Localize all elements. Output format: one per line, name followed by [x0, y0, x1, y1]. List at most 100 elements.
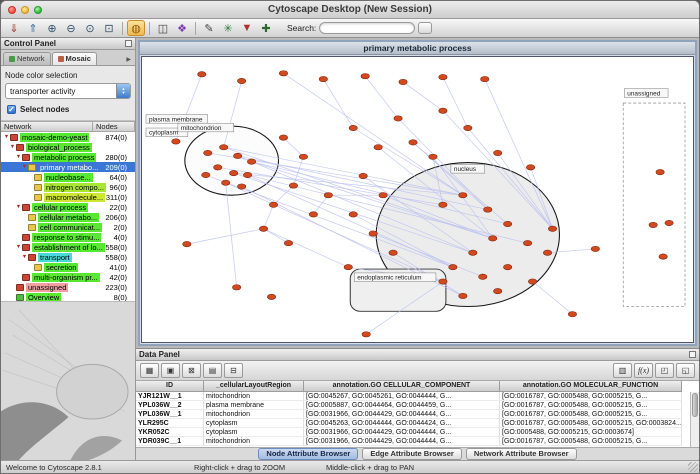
network-node[interactable] — [204, 150, 212, 155]
network-node[interactable] — [237, 184, 245, 189]
select-attributes-icon[interactable]: ▦ — [140, 363, 159, 378]
tree-header-nodes[interactable]: Nodes — [93, 121, 135, 132]
search-input[interactable] — [319, 22, 415, 34]
expander-icon[interactable]: ▼ — [3, 134, 10, 140]
attribute-matrix-icon[interactable]: ▥ — [613, 363, 632, 378]
network-node[interactable] — [591, 246, 599, 251]
network-node[interactable] — [543, 250, 551, 255]
network-node[interactable] — [479, 274, 487, 279]
network-node[interactable] — [409, 140, 417, 145]
network-manager-icon[interactable]: ◫ — [154, 20, 172, 36]
network-node[interactable] — [489, 236, 497, 241]
network-node[interactable] — [289, 183, 297, 188]
network-node[interactable] — [233, 153, 241, 158]
tree-row[interactable]: multi-organism pr...42(0) — [1, 272, 135, 282]
tree-row[interactable]: nucleobase...64(0) — [1, 172, 135, 182]
tree-row[interactable]: response to stimu...4(0) — [1, 232, 135, 242]
network-node[interactable] — [279, 71, 287, 76]
tree-row[interactable]: secretion41(0) — [1, 262, 135, 272]
network-node[interactable] — [568, 311, 576, 316]
export-attributes-icon[interactable]: ◱ — [676, 363, 695, 378]
export-network-icon[interactable]: ⇑ — [24, 20, 42, 36]
tree-row[interactable]: cellular metabo...206(0) — [1, 212, 135, 222]
network-view-window[interactable]: primary metabolic process — [138, 40, 697, 346]
network-node[interactable] — [361, 74, 369, 79]
zoom-fit-icon[interactable]: ⊡ — [100, 20, 118, 36]
network-node[interactable] — [172, 139, 180, 144]
network-node[interactable] — [202, 172, 210, 177]
tree-row[interactable]: ▼biological_process — [1, 142, 135, 152]
network-node[interactable] — [349, 125, 357, 130]
network-node[interactable] — [656, 169, 664, 174]
network-node[interactable] — [399, 79, 407, 84]
tab-edge-attribute-browser[interactable]: Edge Attribute Browser — [362, 448, 461, 460]
network-node[interactable] — [439, 202, 447, 207]
panel-float-icon[interactable] — [689, 351, 696, 358]
expander-icon[interactable]: ▼ — [15, 204, 22, 210]
network-node[interactable] — [464, 125, 472, 130]
create-attribute-icon[interactable]: ▣ — [161, 363, 180, 378]
column-header[interactable]: ID — [136, 381, 204, 392]
tree-row[interactable]: ▼cellular process22(0) — [1, 202, 135, 212]
network-node[interactable] — [494, 288, 502, 293]
tab-scroll-right-icon[interactable]: ▶ — [126, 56, 133, 65]
table-row[interactable]: YJR121W__1mitochondrion[GO:0045267, GO:0… — [136, 392, 699, 401]
tab-node-attribute-browser[interactable]: Node Attribute Browser — [258, 448, 358, 460]
network-view-title[interactable]: primary metabolic process — [140, 42, 695, 55]
graphics-details-icon[interactable]: ◍ — [127, 20, 145, 36]
table-row[interactable]: YPL036W__1mitochondrion[GO:0031966, GO:0… — [136, 410, 699, 419]
network-node[interactable] — [503, 221, 511, 226]
network-node[interactable] — [526, 165, 534, 170]
network-node[interactable] — [439, 279, 447, 284]
column-header[interactable]: _cellularLayoutRegion — [204, 381, 304, 392]
network-node[interactable] — [220, 145, 228, 150]
tab-mosaic[interactable]: Mosaic — [52, 52, 97, 65]
network-node[interactable] — [267, 294, 275, 299]
tree-row[interactable]: macromolecule...311(0) — [1, 192, 135, 202]
table-row[interactable]: YDR039C__1mitochondrion[GO:0031966, GO:0… — [136, 437, 699, 446]
zoom-selected-icon[interactable]: ⊙ — [81, 20, 99, 36]
network-node[interactable] — [229, 170, 237, 175]
network-node[interactable] — [362, 332, 370, 337]
network-node[interactable] — [349, 212, 357, 217]
function-builder-icon[interactable]: f(x) — [634, 363, 653, 378]
network-node[interactable] — [299, 154, 307, 159]
plugins-icon[interactable]: ✚ — [257, 20, 275, 36]
expander-icon[interactable]: ▼ — [21, 254, 28, 260]
tree-header-network[interactable]: Network — [1, 121, 93, 132]
table-row[interactable]: YLR295Ccytoplasm[GO:0045263, GO:0044444,… — [136, 419, 699, 428]
filter-icon[interactable]: ▼ — [238, 20, 256, 36]
panel-float-icon[interactable] — [125, 40, 132, 47]
vizmapper-icon[interactable]: ❖ — [173, 20, 191, 36]
expander-icon[interactable]: ▼ — [9, 144, 16, 150]
network-node[interactable] — [243, 172, 251, 177]
resize-grip[interactable] — [688, 462, 698, 472]
layout-icon[interactable]: ✳ — [219, 20, 237, 36]
table-row[interactable]: YPL036W__2plasma membrane[GO:0005887, GO… — [136, 401, 699, 410]
minimize-button[interactable] — [21, 6, 29, 14]
tree-row[interactable]: ▼mosaic-demo-yeast874(0) — [1, 132, 135, 142]
network-node[interactable] — [389, 250, 397, 255]
network-node[interactable] — [222, 180, 230, 185]
import-network-icon[interactable]: ⇓ — [5, 20, 23, 36]
network-node[interactable] — [665, 220, 673, 225]
network-node[interactable] — [324, 192, 332, 197]
network-node[interactable] — [232, 285, 240, 290]
network-node[interactable] — [279, 135, 287, 140]
network-node[interactable] — [439, 74, 447, 79]
network-node[interactable] — [503, 264, 511, 269]
network-node[interactable] — [528, 279, 536, 284]
import-attributes-icon[interactable]: ◰ — [655, 363, 674, 378]
network-node[interactable] — [449, 264, 457, 269]
expander-icon[interactable]: ▼ — [15, 154, 22, 160]
table-scrollbar[interactable] — [690, 392, 699, 447]
network-node[interactable] — [459, 293, 467, 298]
network-node[interactable] — [237, 78, 245, 83]
network-node[interactable] — [309, 212, 317, 217]
network-node[interactable] — [429, 154, 437, 159]
zoom-window-button[interactable] — [34, 6, 42, 14]
tab-network-attribute-browser[interactable]: Network Attribute Browser — [466, 448, 577, 460]
delete-attribute-icon[interactable]: ⊠ — [182, 363, 201, 378]
network-node[interactable] — [439, 108, 447, 113]
network-node[interactable] — [319, 76, 327, 81]
